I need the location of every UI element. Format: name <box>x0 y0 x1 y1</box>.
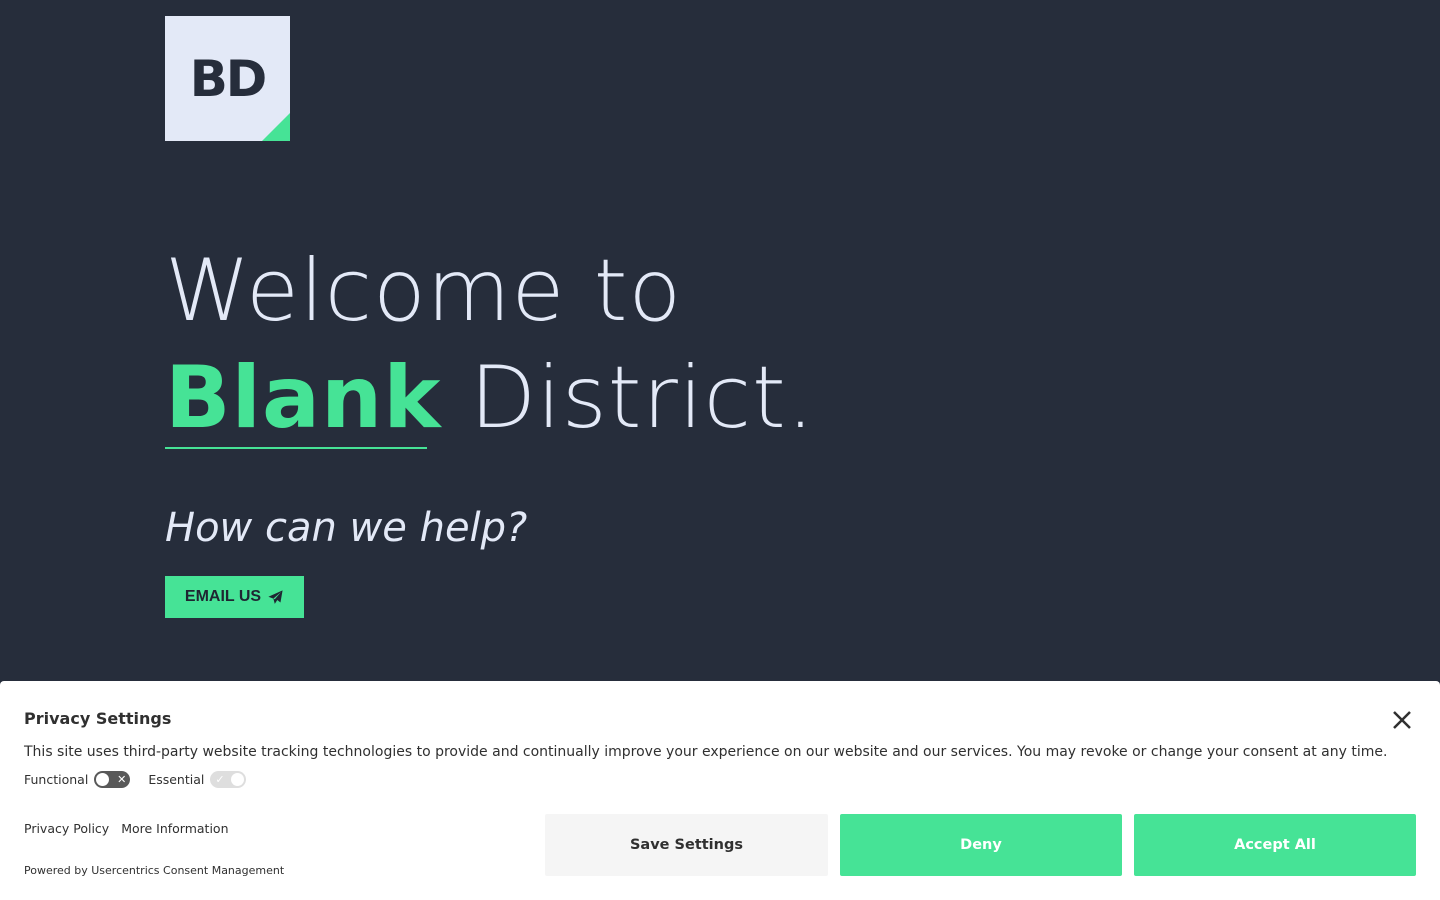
more-information-link[interactable]: More Information <box>121 821 228 836</box>
save-settings-button[interactable]: Save Settings <box>545 814 828 876</box>
hero-heading-rest: District. <box>441 348 816 448</box>
paper-plane-icon <box>268 589 283 604</box>
email-us-label: EMAIL US <box>184 588 262 605</box>
toggle-knob <box>231 773 245 786</box>
hero-heading-line1: Welcome to <box>165 241 683 341</box>
check-icon: ✓ <box>215 773 225 786</box>
essential-toggle[interactable]: ✓ <box>210 771 247 788</box>
privacy-policy-link[interactable]: Privacy Policy <box>24 821 109 836</box>
toggle-knob <box>96 773 110 786</box>
email-us-button[interactable]: EMAIL US <box>165 576 304 618</box>
privacy-title: Privacy Settings <box>24 709 172 728</box>
close-icon[interactable] <box>1390 708 1414 732</box>
consent-toggles: Functional ✕ Essential ✓ <box>24 771 264 788</box>
hero-accent-word: Blank <box>165 348 442 448</box>
toggle-label-essential: Essential <box>148 772 205 787</box>
toggle-label-functional: Functional <box>24 772 89 787</box>
functional-toggle[interactable]: ✕ <box>94 771 131 788</box>
logo-corner-accent <box>262 113 290 141</box>
hero-heading-line2: Blank District. <box>165 355 815 441</box>
privacy-links: Privacy Policy More Information <box>24 821 229 836</box>
x-icon: ✕ <box>117 773 127 786</box>
privacy-settings-banner: Privacy Settings This site uses third-pa… <box>0 681 1440 900</box>
accent-underline <box>165 447 427 449</box>
accept-all-button[interactable]: Accept All <box>1134 814 1416 876</box>
deny-button[interactable]: Deny <box>840 814 1122 876</box>
powered-by: Powered by Usercentrics Consent Manageme… <box>24 864 285 877</box>
tagline: How can we help? <box>165 505 528 551</box>
logo[interactable]: BD <box>165 16 290 141</box>
privacy-description: This site uses third-party website track… <box>24 744 1388 760</box>
